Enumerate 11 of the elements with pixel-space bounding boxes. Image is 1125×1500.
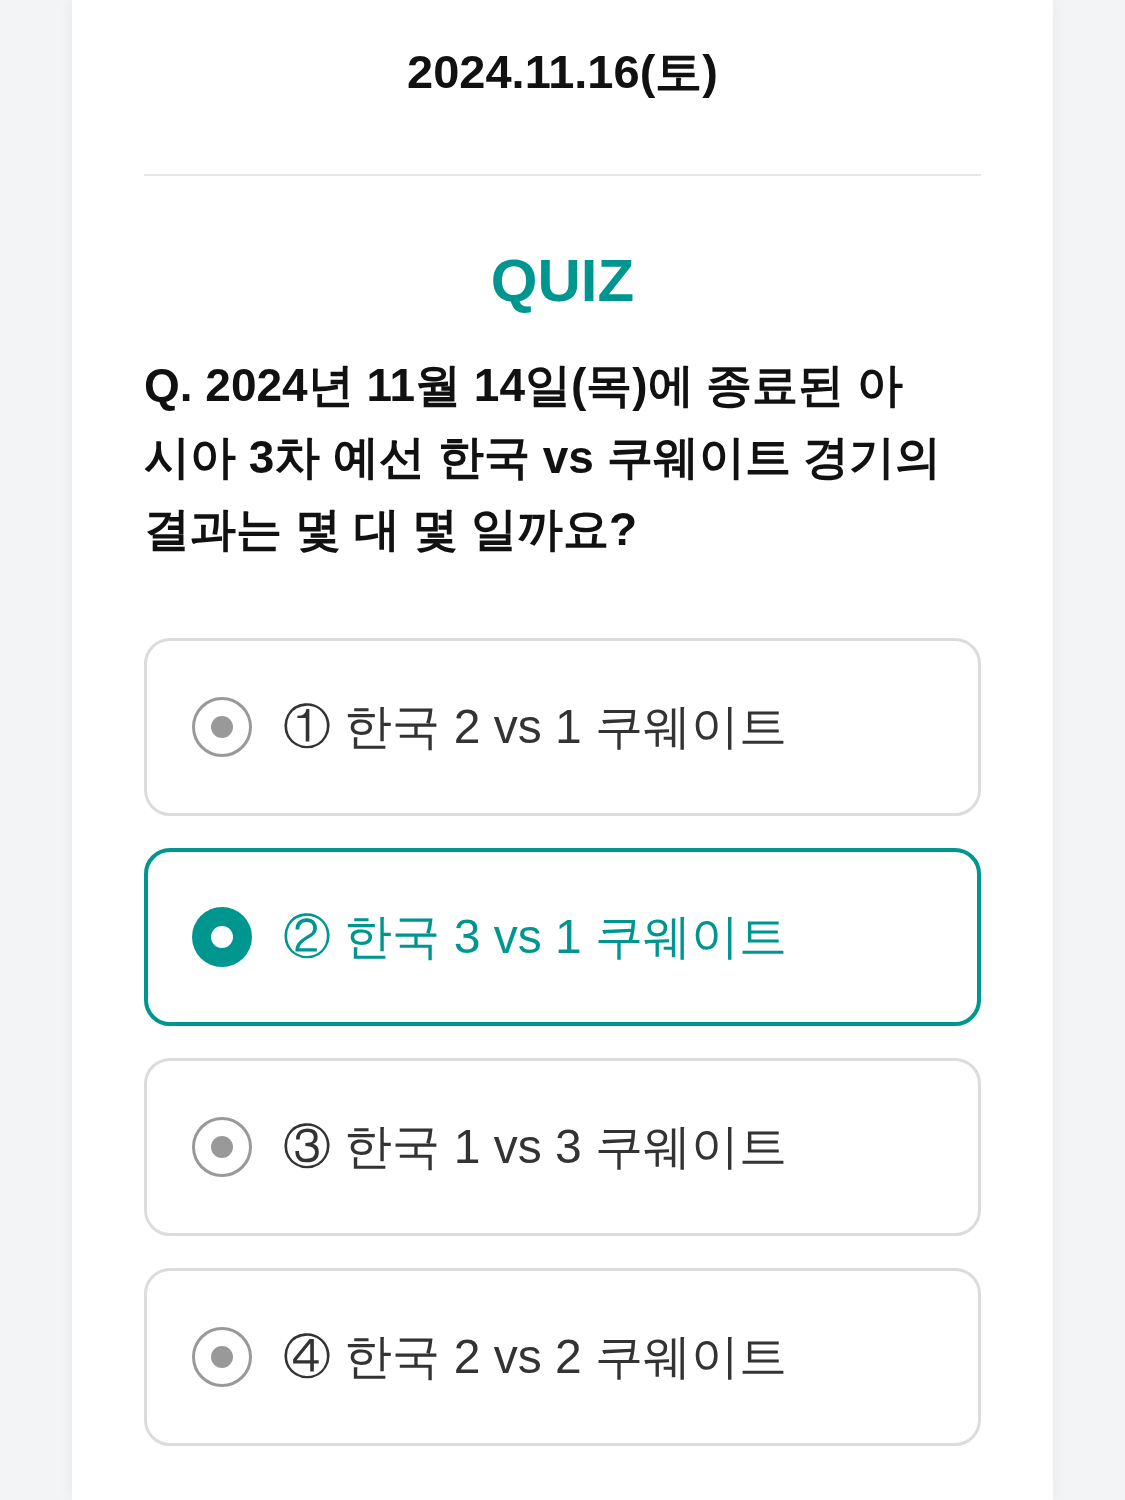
radio-icon — [192, 697, 252, 757]
answer-option[interactable]: ④ 한국 2 vs 2 쿠웨이트 — [144, 1268, 981, 1446]
question-text: Q. 2024년 11월 14일(목)에 종료된 아시아 3차 예선 한국 vs 쿠웨이트 경기의 결과는 몇 대 몇 일까요? — [144, 358, 943, 557]
radio-icon — [192, 1327, 252, 1387]
answer-option[interactable]: ② 한국 3 vs 1 쿠웨이트 — [144, 848, 981, 1026]
date-text: 2024.11.16(토) — [407, 44, 718, 100]
answer-option[interactable]: ③ 한국 1 vs 3 쿠웨이트 — [144, 1058, 981, 1236]
radio-icon — [192, 1117, 252, 1177]
answer-option[interactable]: ① 한국 2 vs 1 쿠웨이트 — [144, 638, 981, 816]
radio-selected-icon — [192, 907, 252, 967]
quiz-heading: QUIZ — [490, 246, 635, 316]
